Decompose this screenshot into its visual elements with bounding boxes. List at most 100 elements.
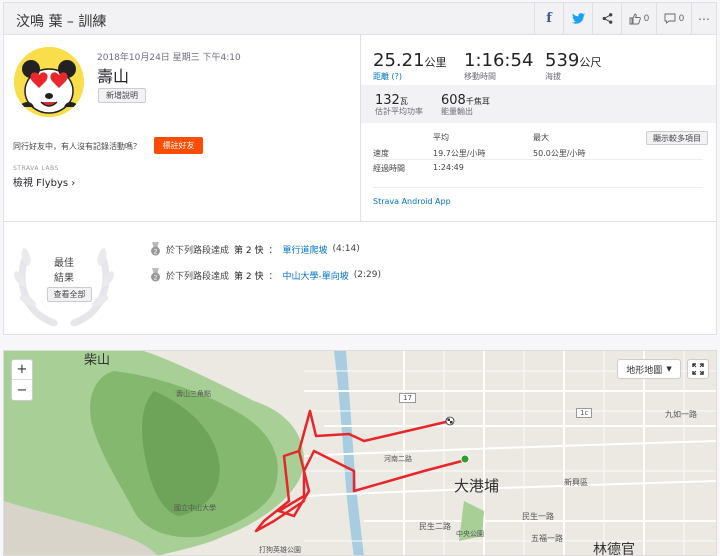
strava-labs-label: STRAVA LABS <box>13 165 59 172</box>
kudos-count: 0 <box>643 13 650 24</box>
segment-achievement-row: 2 於下列路段達成 第 2 快 ： 單行道爬坡 (4:14) <box>150 242 360 256</box>
best-results-title: 最佳 結果 <box>52 254 76 284</box>
table-header-max: 最大 <box>533 133 549 142</box>
map-label-henan2: 河南二路 <box>384 455 412 463</box>
svg-text:2: 2 <box>154 248 158 255</box>
map-label-jiuru: 九如一路 <box>665 410 697 419</box>
zoom-controls: + − <box>11 359 33 401</box>
elevation-label: 海拔 <box>545 72 561 81</box>
avatar[interactable] <box>14 47 84 117</box>
achievement-rank: 第 2 快 <box>234 271 264 282</box>
table-divider <box>373 159 703 160</box>
map-label-minsheng2: 民生二路 <box>419 522 451 531</box>
map-label-dagangpu: 大港埔 <box>454 477 500 495</box>
facebook-icon: f <box>546 11 552 26</box>
speed-label: 速度 <box>373 149 389 158</box>
map-label-road-17: 17 <box>399 393 416 403</box>
activity-date: 2018年10月24日 星期三 下午4:10 <box>97 53 241 63</box>
finish-flag-icon <box>445 416 455 426</box>
segment-link[interactable]: 中山大學-單向坡 <box>282 269 348 282</box>
achievement-sep: ： <box>268 245 278 256</box>
invite-prompt-text: 同行好友中，有人沒有記錄活動嗎？ <box>13 142 141 151</box>
elevation-unit: 公尺 <box>579 56 602 69</box>
elapsed-time-label: 經過時間 <box>373 164 405 173</box>
more-icon: ⋯ <box>698 11 710 26</box>
twitter-icon <box>571 13 585 24</box>
moving-time-label: 移動時間 <box>464 72 496 81</box>
map-label-wufu: 五福一路 <box>531 534 563 543</box>
speed-max: 50.0公里/小時 <box>533 149 586 158</box>
facebook-share-button[interactable]: f <box>534 3 563 34</box>
svg-text:2: 2 <box>154 274 158 281</box>
moving-time-value: 1:16:54 <box>464 50 534 71</box>
power-stat: 132瓦 估計平均功率 <box>375 93 423 117</box>
view-all-button[interactable]: 查看全部 <box>47 287 92 302</box>
activity-header: 汶鳴 葉 – 訓練 f 0 0 ⋯ <box>4 3 716 35</box>
silver-medal-icon: 2 <box>151 242 160 256</box>
elapsed-time-value: 1:24:49 <box>433 163 464 172</box>
elevation-value: 539 <box>545 50 580 71</box>
power-unit: 瓦 <box>399 97 408 106</box>
fullscreen-button[interactable] <box>687 359 709 379</box>
distance-stat: 25.21公里 距離 (?) <box>373 50 447 82</box>
caret-down-icon: ▼ <box>666 365 672 373</box>
distance-unit: 公里 <box>424 56 447 69</box>
comment-count: 0 <box>678 13 685 24</box>
map-label-lindeguan: 林德官 <box>593 542 635 556</box>
zoom-out-button[interactable]: − <box>12 380 32 400</box>
add-description-button[interactable]: 新增說明 <box>98 88 146 103</box>
power-label: 估計平均功率 <box>375 107 423 116</box>
elevation-stat: 539公尺 海拔 <box>545 50 601 82</box>
map-label-xinxing: 新興區 <box>564 478 588 487</box>
achievement-prefix: 於下列路段達成 <box>166 245 230 256</box>
map-label-road-1c: 1c <box>576 408 593 418</box>
tag-friends-button[interactable]: 標註好友 <box>154 137 203 154</box>
speed-avg: 19.7公里/小時 <box>433 149 486 158</box>
activity-stats: 25.21公里 距離 (?) 1:16:54 移動時間 539公尺 海拔 132… <box>361 35 716 221</box>
distance-label[interactable]: 距離 (?) <box>373 71 447 82</box>
best-results-line2: 結果 <box>54 273 74 284</box>
share-button[interactable] <box>592 3 621 34</box>
distance-value: 25.21 <box>373 50 425 71</box>
comment-icon <box>664 13 676 24</box>
segment-time: (4:14) <box>332 244 360 254</box>
map-label-nsysu: 國立中山大學 <box>174 504 216 512</box>
device-divider <box>373 187 703 188</box>
map-canvas[interactable] <box>4 351 717 556</box>
map-label-central-park: 中央公園 <box>456 530 484 538</box>
secondary-stats-band: 132瓦 估計平均功率 608千焦耳 能量輸出 <box>361 85 716 123</box>
map-label-park: 打狗英雄公園 <box>259 546 301 554</box>
comment-button[interactable]: 0 <box>656 3 691 34</box>
segment-link[interactable]: 單行道爬坡 <box>282 243 327 256</box>
achievement-prefix: 於下列路段達成 <box>166 271 230 282</box>
energy-unit: 千焦耳 <box>465 97 490 106</box>
activity-title: 汶鳴 葉 – 訓練 <box>16 14 107 30</box>
achievements-section: 最佳 結果 查看全部 2 於下列路段達成 第 2 快 ： 單行道爬坡 (4:14)… <box>4 221 716 334</box>
map-label-shoushan: 壽山三角點 <box>176 390 211 398</box>
thumbs-up-icon <box>629 13 641 24</box>
twitter-share-button[interactable] <box>563 3 592 34</box>
map-type-select[interactable]: 地形地圖 ▼ <box>617 359 681 379</box>
view-flybys-link[interactable]: 檢視 Flybys › <box>13 174 75 189</box>
fullscreen-icon <box>692 363 704 375</box>
achievement-sep: ： <box>268 271 278 282</box>
kudos-button[interactable]: 0 <box>621 3 656 34</box>
segment-achievement-row: 2 於下列路段達成 第 2 快 ： 中山大學-單向坡 (2:29) <box>150 268 381 282</box>
more-actions-button[interactable]: ⋯ <box>691 3 716 34</box>
zoom-in-button[interactable]: + <box>12 360 32 380</box>
table-header-avg: 平均 <box>433 133 449 142</box>
activity-name[interactable]: 壽山 <box>97 63 129 87</box>
panda-avatar-image <box>14 47 84 117</box>
achievement-rank: 第 2 快 <box>234 245 264 256</box>
moving-time-stat: 1:16:54 移動時間 <box>464 50 533 82</box>
show-more-button[interactable]: 顯示較多項目 <box>646 131 708 145</box>
share-icon <box>602 13 612 24</box>
best-results-line1: 最佳 <box>54 258 74 269</box>
segment-time: (2:29) <box>353 270 381 280</box>
map-type-label: 地形地圖 <box>626 365 663 376</box>
device-link[interactable]: Strava Android App <box>373 197 451 206</box>
route-map[interactable]: 柴山 壽山三角點 大港埔 林德官 打狗英雄公園 國立中山大學 河南二路 民生一路… <box>3 350 717 556</box>
map-label-minsheng1: 民生一路 <box>522 512 554 521</box>
activity-summary: 2018年10月24日 星期三 下午4:10 壽山 新增說明 同行好友中，有人沒… <box>4 35 361 221</box>
activity-card: 汶鳴 葉 – 訓練 f 0 0 ⋯ 2018年10月24日 星期三 下午4:10… <box>3 2 717 335</box>
